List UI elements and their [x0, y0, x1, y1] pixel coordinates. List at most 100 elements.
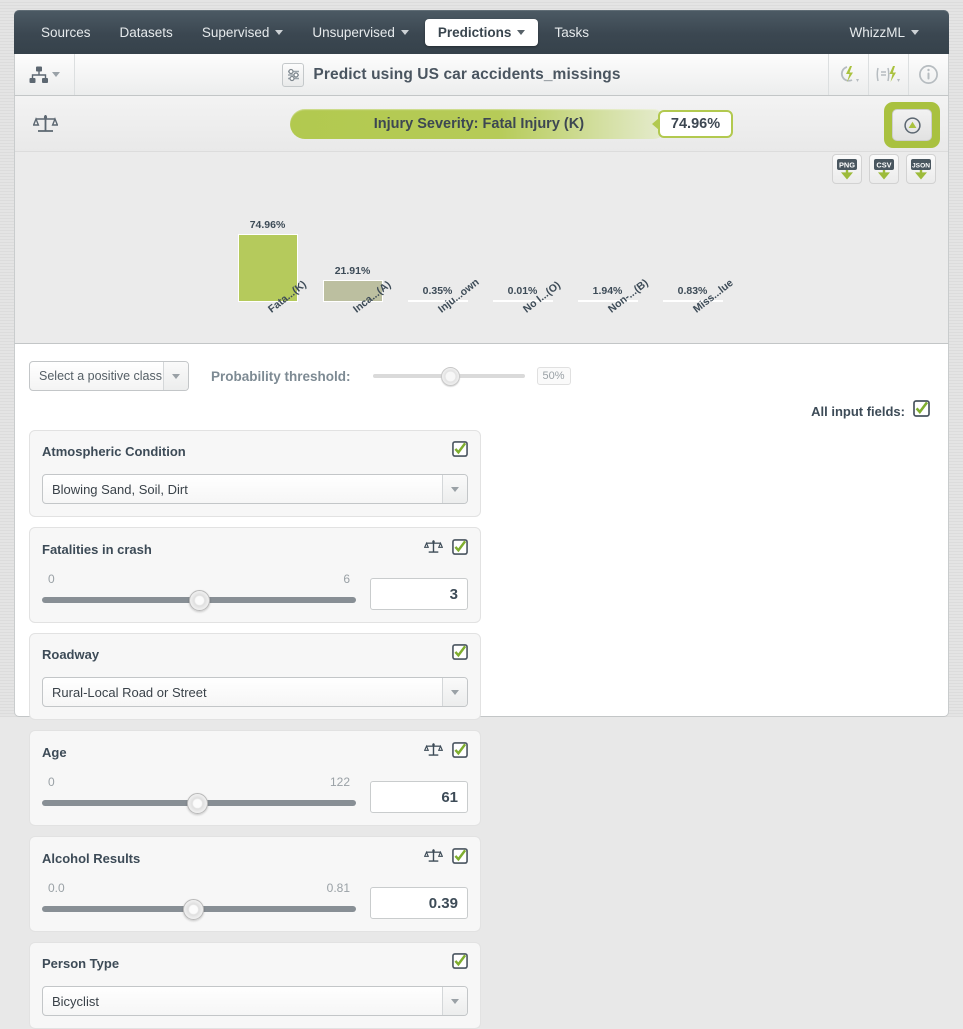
chart-bar-2[interactable]: 0.35% Inju...own [395, 276, 481, 315]
chart-bar-3[interactable]: 0.01% No I...(O) [480, 279, 565, 315]
nav-item-sources[interactable]: Sources [28, 19, 104, 46]
field-title: Atmospheric Condition [42, 444, 186, 459]
field-checkbox[interactable] [452, 741, 468, 763]
nav-item-tasks[interactable]: Tasks [541, 19, 602, 46]
panel-icons [452, 644, 468, 665]
field-select[interactable]: Blowing Sand, Soil, Dirt [42, 474, 468, 504]
model-selector-button[interactable] [15, 54, 75, 95]
positive-class-select[interactable]: Select a positive class [29, 361, 189, 391]
list-flash-dropdown-icon[interactable] [868, 54, 908, 95]
flash-dropdown-icon[interactable] [828, 54, 868, 95]
field-slider[interactable] [42, 589, 356, 611]
panel-header: Alcohol Results [42, 847, 468, 869]
slider-area: 0 6 [42, 572, 370, 611]
field-select[interactable]: Rural-Local Road or Street [42, 677, 468, 707]
nav-label: WhizzML [849, 24, 905, 40]
field-select[interactable]: Bicyclist [42, 986, 468, 1016]
field-slider-row: 0.0 0.81 0.39 [42, 881, 468, 920]
all-input-fields-row: All input fields: [29, 400, 930, 422]
chart-bar-5[interactable]: 0.83% Miss...lue [650, 277, 735, 315]
probability-threshold-slider[interactable] [372, 366, 525, 386]
chevron-down-icon [400, 29, 409, 35]
panel-icons [423, 741, 468, 763]
chevron-down-icon [52, 72, 60, 77]
panel-header: Person Type [42, 953, 468, 974]
prediction-panel: Injury Severity: Fatal Injury (K) 74.96%… [14, 96, 949, 344]
prediction-summary-bar: Injury Severity: Fatal Injury (K) 74.96% [15, 96, 948, 152]
panel-header: Fatalities in crash [42, 538, 468, 560]
bar-value-label: 21.91% [334, 265, 371, 277]
chevron-down-icon[interactable] [442, 678, 467, 706]
field-panel-alcohol-results: Alcohol Results 0.0 0.81 0.39 [29, 836, 481, 932]
all-input-fields-label: All input fields: [811, 403, 905, 419]
toolbar-actions [828, 54, 948, 95]
panel-icons [452, 441, 468, 462]
field-slider[interactable] [42, 792, 356, 814]
model-tree-icon [29, 66, 48, 83]
slider-handle[interactable] [189, 589, 210, 611]
slider-handle[interactable] [182, 898, 204, 920]
field-checkbox[interactable] [452, 847, 468, 869]
field-checkbox[interactable] [452, 441, 468, 462]
field-value: Blowing Sand, Soil, Dirt [52, 481, 188, 497]
chart-bar-1[interactable]: 21.91% Inca...(A) [310, 265, 395, 315]
slider-min-label: 0.0 [48, 881, 65, 895]
chart-bars: 74.96% Fata...(K) 21.91% Inca...(A) 0.35… [35, 192, 928, 315]
field-panel-person-type: Person Type Bicyclist [29, 942, 481, 1029]
nav-label: Sources [41, 24, 91, 40]
toolbar-title-group: Predict using US car accidents_missings [75, 62, 828, 87]
chevron-down-icon[interactable] [442, 475, 467, 503]
field-panel-roadway: Roadway Rural-Local Road or Street [29, 633, 481, 720]
slider-handle[interactable] [440, 366, 460, 386]
field-title: Roadway [42, 647, 100, 662]
field-title: Alcohol Results [42, 850, 141, 866]
chart-bar-4[interactable]: 1.94% Non-...(B) [565, 277, 650, 315]
slider-handle[interactable] [187, 792, 208, 814]
nav-label: Supervised [201, 24, 270, 40]
field-number-input[interactable]: 0.39 [370, 887, 468, 919]
top-navigation: Sources Datasets Supervised Unsupervised… [14, 10, 949, 54]
panel-icons [423, 847, 468, 869]
nav-label: Tasks [554, 24, 589, 40]
page-title: Predict using US car accidents_missings [313, 65, 621, 83]
nav-item-unsupervised[interactable]: Unsupervised [299, 19, 422, 46]
chevron-down-icon[interactable] [442, 987, 467, 1015]
nav-item-whizzml[interactable]: WhizzML [836, 19, 932, 46]
field-checkbox[interactable] [452, 538, 468, 560]
nav-label: Datasets [119, 24, 173, 40]
chevron-down-icon[interactable] [163, 362, 188, 390]
balance-scale-icon[interactable] [423, 538, 444, 560]
collapse-prediction-button[interactable] [884, 102, 940, 148]
app-frame: Sources Datasets Supervised Unsupervised… [14, 10, 949, 1029]
fields-grid: Atmospheric Condition Blowing Sand, Soil… [29, 430, 934, 1029]
field-slider[interactable] [42, 898, 356, 920]
balance-scale-icon[interactable] [423, 847, 444, 869]
nav-label: Predictions [437, 24, 512, 40]
field-number-input[interactable]: 3 [370, 578, 468, 610]
all-input-fields-checkbox[interactable] [913, 400, 930, 422]
panel-icons [423, 538, 468, 560]
bar-value-label: 74.96% [249, 219, 286, 231]
sliders-icon [282, 62, 305, 87]
prediction-probability-badge: 74.96% [651, 109, 734, 138]
nav-item-datasets[interactable]: Datasets [107, 19, 186, 46]
field-panel-age: Age 0 122 61 [29, 730, 481, 826]
field-number-input[interactable]: 61 [370, 781, 468, 813]
info-icon[interactable] [908, 54, 948, 95]
chevron-down-icon [275, 29, 284, 35]
balance-scale-icon[interactable] [423, 741, 444, 763]
slider-max-label: 0.81 [326, 881, 350, 895]
panel-header: Atmospheric Condition [42, 441, 468, 462]
field-checkbox[interactable] [452, 644, 468, 665]
field-checkbox[interactable] [452, 953, 468, 974]
nav-item-predictions[interactable]: Predictions [424, 18, 539, 46]
slider-max-label: 122 [329, 775, 350, 789]
positive-class-value: Select a positive class [39, 369, 162, 383]
field-panel-fatalities-in-crash: Fatalities in crash 0 6 3 [29, 527, 481, 623]
slider-range-labels: 0 6 [42, 572, 356, 590]
nav-item-supervised[interactable]: Supervised [189, 19, 297, 46]
nav-right-group: WhizzML [836, 19, 935, 46]
chevron-down-icon [517, 29, 526, 35]
probability-threshold-value: 50% [536, 367, 571, 385]
chart-bar-0[interactable]: 74.96% Fata...(K) [225, 219, 310, 315]
